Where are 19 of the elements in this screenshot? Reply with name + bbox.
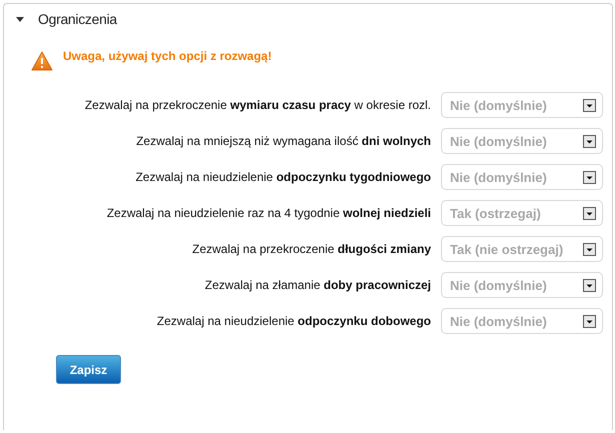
option-label: Zezwalaj na nieudzielenie odpoczynku tygodniowego <box>136 170 431 184</box>
option-label: Zezwalaj na złamanie doby pracowniczej <box>204 278 431 292</box>
section-title: Ograniczenia <box>38 11 117 27</box>
caret-icon[interactable] <box>16 16 24 22</box>
option-label: Zezwalaj na przekroczenie wymiaru czasu pracy w okresie rozl. <box>84 98 431 112</box>
option-dropdown[interactable]: Tak (nie ostrzegaj) <box>441 236 603 262</box>
option-label: Zezwalaj na przekroczenie długości zmiany <box>192 242 431 256</box>
option-dropdown[interactable]: Nie (domyślnie) <box>441 272 603 298</box>
option-label: Zezwalaj na nieudzielenie raz na 4 tygodnie wolnej niedzieli <box>106 206 431 220</box>
option-dropdown[interactable]: Tak (ostrzegaj) <box>441 200 603 226</box>
save-button[interactable]: Zapisz <box>56 355 121 384</box>
option-dropdown[interactable]: Nie (domyślnie) <box>441 92 603 118</box>
option-dropdown[interactable]: Nie (domyślnie) <box>441 164 603 190</box>
warning-message: Uwaga, używaj tych opcji z rozwagą! <box>63 49 272 63</box>
option-label: Zezwalaj na nieudzielenie odpoczynku dobowego <box>156 314 431 328</box>
option-dropdown[interactable]: Nie (domyślnie) <box>441 308 603 334</box>
option-dropdown[interactable]: Nie (domyślnie) <box>441 128 603 154</box>
option-label: Zezwalaj na mniejszą niż wymagana ilość dni wolnych <box>136 134 431 148</box>
warning-icon <box>31 51 53 71</box>
